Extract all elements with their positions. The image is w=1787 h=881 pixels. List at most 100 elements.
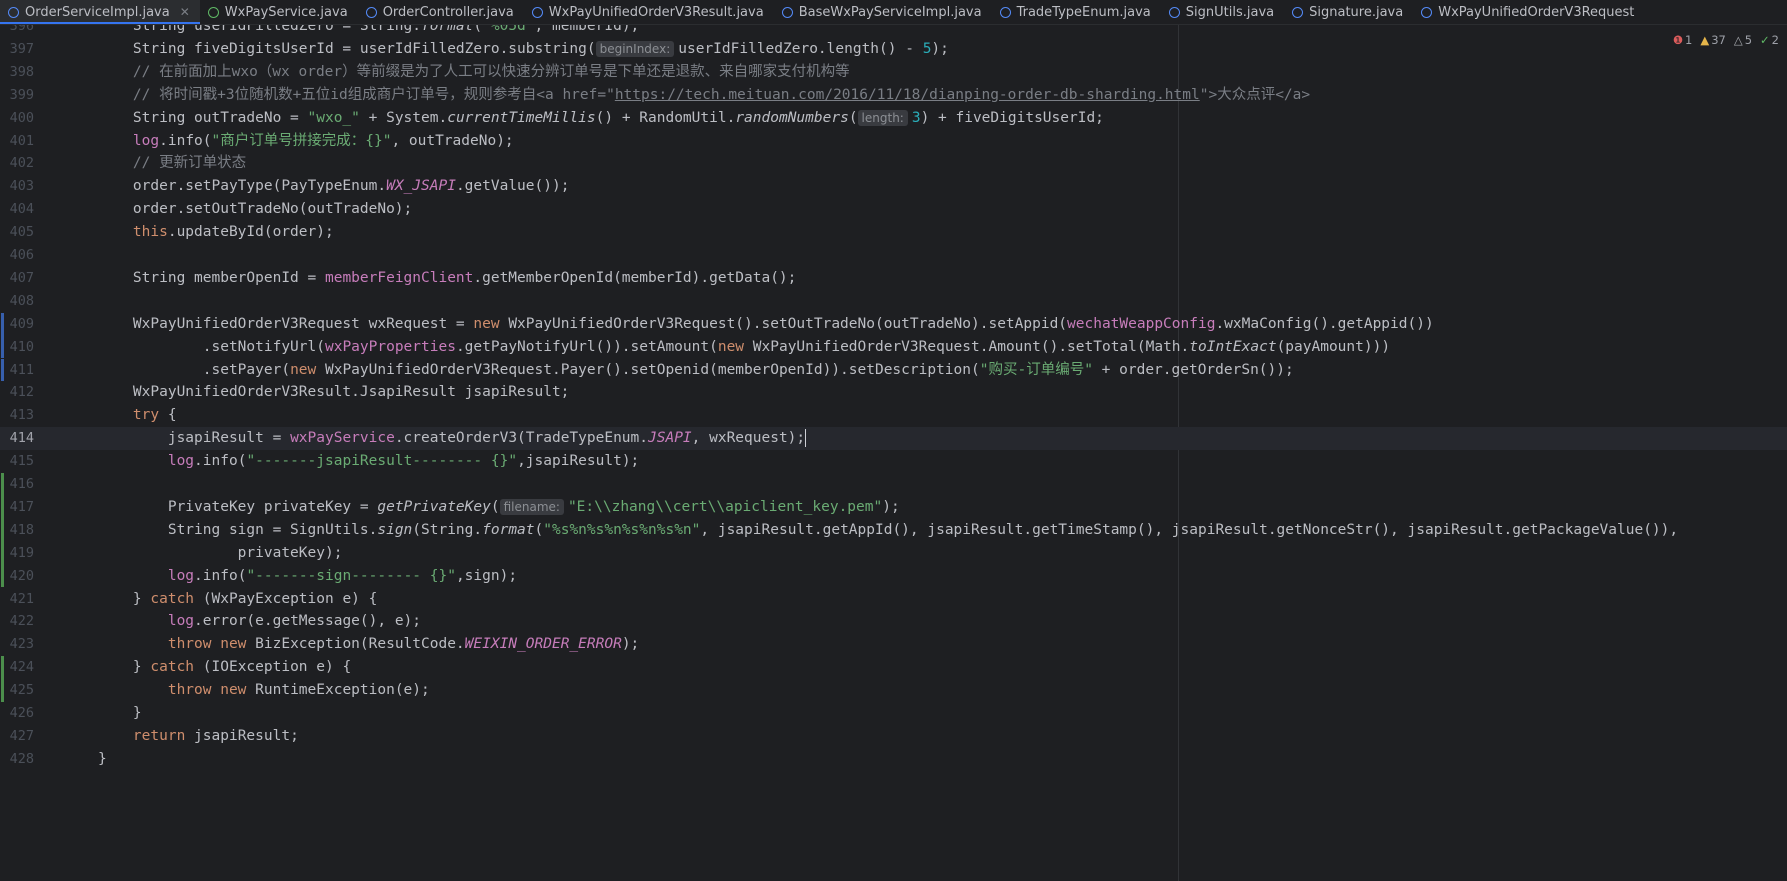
- code-line-399[interactable]: 399 // 将时间戳+3位随机数+五位id组成商户订单号，规则参考自<a hr…: [0, 84, 1787, 107]
- class-icon: [999, 6, 1011, 18]
- class-icon: [531, 6, 543, 18]
- line-number[interactable]: 398: [0, 61, 34, 84]
- tab-label: OrderController.java: [382, 4, 514, 20]
- code-line-417[interactable]: 417 PrivateKey privateKey = getPrivateKe…: [0, 495, 1787, 519]
- code-line-397[interactable]: 397 String fiveDigitsUserId = userIdFill…: [0, 38, 1787, 61]
- code-line-426[interactable]: 426 }: [0, 702, 1787, 725]
- line-number[interactable]: 414: [0, 427, 34, 450]
- line-number[interactable]: 419: [0, 542, 34, 565]
- code-line-425[interactable]: 425 throw new RuntimeException(e);: [0, 679, 1787, 702]
- tab-label: TradeTypeEnum.java: [1016, 4, 1151, 20]
- line-number[interactable]: 418: [0, 519, 34, 542]
- tab-signature[interactable]: Signature.java: [1284, 0, 1413, 24]
- code-line-402[interactable]: 402 // 更新订单状态: [0, 152, 1787, 175]
- tab-ordercontroller[interactable]: OrderController.java: [358, 0, 524, 24]
- line-number[interactable]: 409: [0, 313, 34, 336]
- tab-wxpayservice[interactable]: WxPayService.java: [200, 0, 358, 24]
- line-number[interactable]: 402: [0, 152, 34, 175]
- line-number[interactable]: 424: [0, 656, 34, 679]
- code-line-428[interactable]: 428}: [0, 748, 1787, 771]
- line-number[interactable]: 427: [0, 725, 34, 748]
- code-line-412[interactable]: 412 WxPayUnifiedOrderV3Result.JsapiResul…: [0, 381, 1787, 404]
- code-text: .setPayer(new WxPayUnifiedOrderV3Request…: [98, 361, 1294, 378]
- line-number[interactable]: 415: [0, 450, 34, 473]
- line-number[interactable]: 406: [0, 244, 34, 267]
- code-text: String fiveDigitsUserId = userIdFilledZe…: [98, 40, 949, 57]
- code-line-396[interactable]: 396 String userIdFilledZero = String.for…: [0, 25, 1787, 38]
- class-icon: [781, 6, 793, 18]
- code-text: throw new BizException(ResultCode.WEIXIN…: [167, 636, 640, 653]
- line-number[interactable]: 413: [0, 404, 34, 427]
- tab-tradetypeenum[interactable]: TradeTypeEnum.java: [992, 0, 1161, 24]
- tab-orderserviceimpl[interactable]: OrderServiceImpl.java ✕: [0, 0, 200, 24]
- code-line-421[interactable]: 421 } catch (WxPayException e) {: [0, 588, 1787, 611]
- line-number[interactable]: 410: [0, 336, 34, 359]
- code-line-398[interactable]: 398 // 在前面加上wxo（wx order）等前缀是为了人工可以快速分辨订…: [0, 61, 1787, 84]
- code-line-422[interactable]: 422 log.error(e.getMessage(), e);: [0, 610, 1787, 633]
- line-number[interactable]: 417: [0, 496, 34, 519]
- line-number[interactable]: 408: [0, 290, 34, 313]
- code-line-400[interactable]: 400 String outTradeNo = "wxo_" + System.…: [0, 107, 1787, 130]
- class-icon: [1421, 6, 1433, 18]
- code-line-403[interactable]: 403 order.setPayType(PayTypeEnum.WX_JSAP…: [0, 175, 1787, 198]
- code-text: log.error(e.getMessage(), e);: [167, 613, 422, 630]
- line-number[interactable]: 421: [0, 588, 34, 611]
- code-text: PrivateKey privateKey = getPrivateKey(fi…: [98, 498, 900, 515]
- class-icon: [365, 6, 377, 18]
- code-line-424[interactable]: 424 } catch (IOException e) {: [0, 656, 1787, 680]
- code-line-423[interactable]: 423 throw new BizException(ResultCode.WE…: [0, 633, 1787, 656]
- close-icon[interactable]: ✕: [180, 5, 190, 19]
- code-editor[interactable]: ❶1 ▲ 37 △ 5 ✓ 2 396 String userIdFilledZero…: [0, 25, 1787, 881]
- line-number[interactable]: 426: [0, 702, 34, 725]
- code-line-427[interactable]: 427 return jsapiResult;: [0, 725, 1787, 748]
- line-number[interactable]: 416: [0, 473, 34, 496]
- code-text: }: [98, 705, 142, 721]
- line-number[interactable]: 396: [0, 25, 34, 38]
- code-line-416[interactable]: 416: [0, 473, 1787, 496]
- tab-basewxpayserviceimpl[interactable]: BaseWxPayServiceImpl.java: [774, 0, 992, 24]
- editor-tab-bar: OrderServiceImpl.java ✕ WxPayService.java O…: [0, 0, 1787, 25]
- class-icon: [1292, 6, 1304, 18]
- code-line-409[interactable]: 409 WxPayUnifiedOrderV3Request wxRequest…: [0, 312, 1787, 336]
- code-line-407[interactable]: 407 String memberOpenId = memberFeignCli…: [0, 267, 1787, 290]
- line-number[interactable]: 405: [0, 221, 34, 244]
- line-number[interactable]: 428: [0, 748, 34, 771]
- line-number[interactable]: 420: [0, 565, 34, 588]
- line-number[interactable]: 425: [0, 679, 34, 702]
- tab-label: WxPayUnifiedOrderV3Request: [1438, 4, 1635, 20]
- line-number[interactable]: 412: [0, 381, 34, 404]
- code-line-410[interactable]: 410 .setNotifyUrl(wxPayProperties.getPay…: [0, 335, 1787, 359]
- code-line-419[interactable]: 419 privateKey);: [0, 541, 1787, 565]
- tab-wxpayunifiedorderv3request[interactable]: WxPayUnifiedOrderV3Request: [1413, 0, 1644, 24]
- code-line-404[interactable]: 404 order.setOutTradeNo(outTradeNo);: [0, 198, 1787, 221]
- code-line-415[interactable]: 415 log.info("-------jsapiResult--------…: [0, 450, 1787, 473]
- line-number[interactable]: 422: [0, 610, 34, 633]
- code-line-411[interactable]: 411 .setPayer(new WxPayUnifiedOrderV3Req…: [0, 358, 1787, 382]
- code-line-406[interactable]: 406: [0, 244, 1787, 267]
- line-number[interactable]: 423: [0, 633, 34, 656]
- tab-wxpayunifiedorderv3result[interactable]: WxPayUnifiedOrderV3Result.java: [524, 0, 774, 24]
- line-number[interactable]: 411: [0, 359, 34, 382]
- tab-label: WxPayUnifiedOrderV3Result.java: [548, 4, 764, 20]
- code-line-401[interactable]: 401 log.info("商户订单号拼接完成：{}", outTradeNo)…: [0, 130, 1787, 153]
- code-line-414[interactable]: 414 jsapiResult = wxPayService.createOrd…: [0, 427, 1787, 451]
- line-number[interactable]: 404: [0, 198, 34, 221]
- code-line-418[interactable]: 418 String sign = SignUtils.sign(String.…: [0, 518, 1787, 542]
- code-text: throw new RuntimeException(e);: [167, 682, 430, 699]
- code-line-413[interactable]: 413 try {: [0, 404, 1787, 427]
- line-number[interactable]: 397: [0, 38, 34, 61]
- line-number[interactable]: 400: [0, 107, 34, 130]
- tab-label: BaseWxPayServiceImpl.java: [798, 4, 982, 20]
- code-line-408[interactable]: 408: [0, 290, 1787, 313]
- code-line-405[interactable]: 405 this.updateById(order);: [0, 221, 1787, 244]
- line-number[interactable]: 407: [0, 267, 34, 290]
- code-text: WxPayUnifiedOrderV3Request wxRequest = n…: [98, 315, 1434, 332]
- class-icon: [8, 6, 19, 18]
- code-text: } catch (IOException e) {: [98, 659, 352, 676]
- code-line-420[interactable]: 420 log.info("-------sign-------- {}",si…: [0, 564, 1787, 588]
- line-number[interactable]: 399: [0, 84, 34, 107]
- line-number[interactable]: 403: [0, 175, 34, 198]
- tab-signutils[interactable]: SignUtils.java: [1161, 0, 1284, 24]
- line-number[interactable]: 401: [0, 130, 34, 153]
- code-text: log.info("商户订单号拼接完成：{}", outTradeNo);: [132, 132, 514, 149]
